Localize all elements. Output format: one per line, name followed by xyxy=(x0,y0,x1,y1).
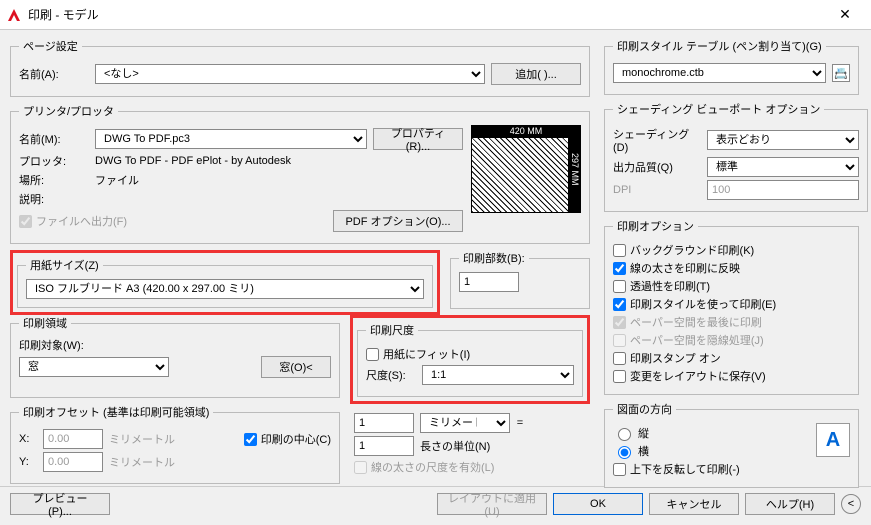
printer-name-select[interactable]: DWG To PDF.pc3 xyxy=(95,129,367,149)
quality-select[interactable]: 標準 xyxy=(707,157,859,177)
print-options-legend: 印刷オプション xyxy=(613,218,698,234)
scale-num1-input[interactable] xyxy=(354,413,414,433)
paper-size-legend: 用紙サイズ(Z) xyxy=(26,257,103,273)
opt-ps[interactable]: 印刷スタイルを使って印刷(E) xyxy=(613,296,850,312)
paper-size-highlight: 用紙サイズ(Z) ISO フルブリード A3 (420.00 x 297.00 … xyxy=(10,250,440,315)
plot-style-edit-icon[interactable]: 📇 xyxy=(832,64,850,82)
plot-target-select[interactable]: 窓 xyxy=(19,357,169,377)
printer-group: プリンタ/プロッタ 名前(M): DWG To PDF.pc3 プロパティ(R)… xyxy=(10,103,590,244)
x-label: X: xyxy=(19,433,37,445)
scale-highlight: 印刷尺度 用紙にフィット(I) 尺度(S): 1:1 xyxy=(350,315,590,404)
quality-label: 出力品質(Q) xyxy=(613,159,701,175)
opt-lw[interactable]: 線の太さを印刷に反映 xyxy=(613,260,850,276)
preview-height: 297 MM xyxy=(568,126,581,212)
plot-style-group: 印刷スタイル テーブル (ペン割り当て)(G) monochrome.ctb 📇 xyxy=(604,38,859,95)
cancel-button[interactable]: キャンセル xyxy=(649,493,739,515)
opt-save[interactable]: 変更をレイアウトに保存(V) xyxy=(613,368,850,384)
scale-num2-input[interactable] xyxy=(354,436,414,456)
opt-last: ペーパー空間を最後に印刷 xyxy=(613,314,850,330)
orientation-legend: 図面の方向 xyxy=(613,401,676,417)
titlebar: 印刷 - モデル ✕ xyxy=(0,0,871,30)
plot-area-legend: 印刷領域 xyxy=(19,315,71,331)
opt-hide: ペーパー空間を隠線処理(J) xyxy=(613,332,850,348)
scale-lw-check: 線の太さの尺度を有効(L) xyxy=(354,459,586,475)
plot-style-legend: 印刷スタイル テーブル (ペン割り当て)(G) xyxy=(613,38,826,54)
page-name-label: 名前(A): xyxy=(19,66,89,82)
portrait-radio[interactable]: 縦 xyxy=(613,425,810,441)
upside-check[interactable]: 上下を反転して印刷(-) xyxy=(613,461,810,477)
scale-group: 印刷尺度 用紙にフィット(I) 尺度(S): 1:1 xyxy=(357,322,583,397)
plot-target-label: 印刷対象(W): xyxy=(19,337,331,353)
copies-legend: 印刷部数(B): xyxy=(459,250,529,266)
center-check[interactable]: 印刷の中心(C) xyxy=(244,431,331,447)
preview-width: 420 MM xyxy=(472,125,580,138)
scale-eq: = xyxy=(516,417,524,429)
page-name-select[interactable]: <なし> xyxy=(95,64,485,84)
desc-label: 説明: xyxy=(19,191,89,207)
window-title: 印刷 - モデル xyxy=(28,6,825,23)
scale-unit-select[interactable]: ミリメートル xyxy=(420,413,510,433)
opt-trans[interactable]: 透過性を印刷(T) xyxy=(613,278,850,294)
shade-legend: シェーディング ビューポート オプション xyxy=(613,101,824,117)
apply-layout-button: レイアウトに適用(U) xyxy=(437,493,547,515)
to-file-checkbox xyxy=(19,215,32,228)
page-setup-group: ページ設定 名前(A): <なし> 追加( )... xyxy=(10,38,590,97)
dpi-input xyxy=(707,180,859,200)
scale-lw-checkbox xyxy=(354,461,367,474)
orientation-icon: A xyxy=(816,423,850,457)
printer-legend: プリンタ/プロッタ xyxy=(19,103,118,119)
properties-button[interactable]: プロパティ(R)... xyxy=(373,128,463,150)
plot-style-select[interactable]: monochrome.ctb xyxy=(613,63,826,83)
paper-size-group: 用紙サイズ(Z) ISO フルブリード A3 (420.00 x 297.00 … xyxy=(17,257,433,308)
preview-button[interactable]: プレビュー(P)... xyxy=(10,493,110,515)
offset-group: 印刷オフセット (基準は印刷可能領域) X: ミリメートル 印刷の中心(C) Y… xyxy=(10,404,340,484)
help-button[interactable]: ヘルプ(H) xyxy=(745,493,835,515)
plot-area-group: 印刷領域 印刷対象(W): 窓 窓(O)< xyxy=(10,315,340,398)
y-input xyxy=(43,452,103,472)
y-label: Y: xyxy=(19,456,37,468)
scale-select[interactable]: 1:1 xyxy=(422,365,574,385)
copies-input[interactable] xyxy=(459,272,519,292)
close-button[interactable]: ✕ xyxy=(825,0,865,30)
offset-legend: 印刷オフセット (基準は印刷可能領域) xyxy=(19,404,213,420)
x-input xyxy=(43,429,103,449)
x-unit: ミリメートル xyxy=(109,431,175,447)
landscape-radio[interactable]: 横 xyxy=(613,443,810,459)
ok-button[interactable]: OK xyxy=(553,493,643,515)
shading-select[interactable]: 表示どおり xyxy=(707,130,859,150)
y-unit: ミリメートル xyxy=(109,454,175,470)
scale-legend: 印刷尺度 xyxy=(366,322,418,338)
add-button[interactable]: 追加( )... xyxy=(491,63,581,85)
plotter-value: DWG To PDF - PDF ePlot - by Autodesk xyxy=(95,155,291,167)
opt-stamp[interactable]: 印刷スタンプ オン xyxy=(613,350,850,366)
window-button[interactable]: 窓(O)< xyxy=(261,356,331,378)
shading-label: シェーディング(D) xyxy=(613,126,701,154)
where-label: 場所: xyxy=(19,172,89,188)
bottom-bar: プレビュー(P)... レイアウトに適用(U) OK キャンセル ヘルプ(H) … xyxy=(0,486,871,520)
opt-bg[interactable]: バックグラウンド印刷(K) xyxy=(613,242,850,258)
fit-checkbox[interactable] xyxy=(366,348,379,361)
expand-button[interactable]: < xyxy=(841,494,861,514)
page-setup-legend: ページ設定 xyxy=(19,38,82,54)
to-file-check: ファイルへ出力(F) xyxy=(19,213,127,229)
plotter-label: プロッタ: xyxy=(19,153,89,169)
orientation-group: 図面の方向 縦 横 上下を反転して印刷(-) A xyxy=(604,401,859,488)
print-options-group: 印刷オプション バックグラウンド印刷(K) 線の太さを印刷に反映 透過性を印刷(… xyxy=(604,218,859,395)
paper-size-select[interactable]: ISO フルブリード A3 (420.00 x 297.00 ミリ) xyxy=(26,279,424,299)
app-icon xyxy=(6,7,22,23)
shade-group: シェーディング ビューポート オプション シェーディング(D) 表示どおり 出力品… xyxy=(604,101,868,212)
scale-unit2: 長さの単位(N) xyxy=(420,438,490,454)
paper-preview: 420 MM 297 MM xyxy=(471,125,581,213)
pdf-options-button[interactable]: PDF オプション(O)... xyxy=(333,210,463,232)
printer-name-label: 名前(M): xyxy=(19,131,89,147)
center-checkbox[interactable] xyxy=(244,433,257,446)
where-value: ファイル xyxy=(95,172,139,188)
copies-group: 印刷部数(B): xyxy=(450,250,590,309)
fit-to-paper-check[interactable]: 用紙にフィット(I) xyxy=(366,346,574,362)
scale-label: 尺度(S): xyxy=(366,367,416,383)
dpi-label: DPI xyxy=(613,184,701,196)
